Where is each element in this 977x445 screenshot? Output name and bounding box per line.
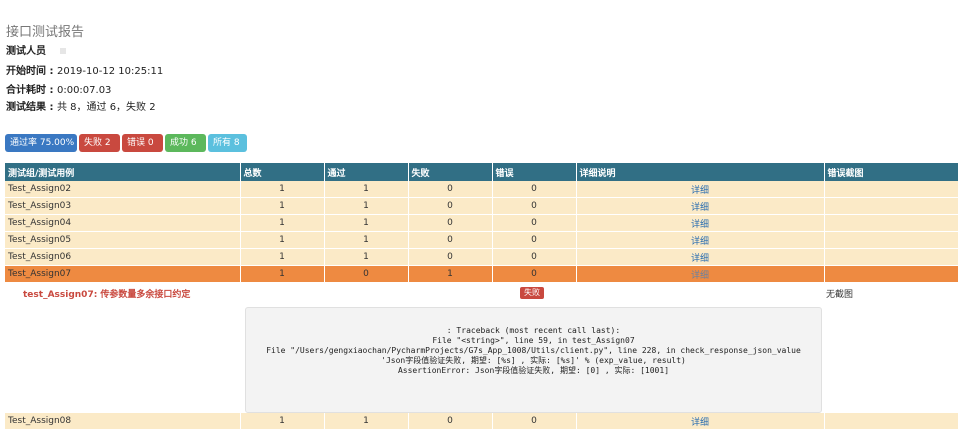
total-cell: 1 — [240, 214, 325, 232]
pass-cell: 1 — [324, 231, 409, 249]
failure-detail-cell: 失败 : Traceback (most recent call last): … — [240, 282, 824, 413]
case-name: Test_Assign08 — [5, 413, 241, 430]
error-filter-button[interactable]: 错误 0 — [122, 134, 163, 152]
case-name: Test_Assign02 — [5, 181, 241, 198]
traceback-line: File "/Users/gengxiaochan/PycharmProject… — [266, 346, 801, 355]
result-value: 共 8，通过 6，失败 2 — [56, 102, 156, 113]
report-title: 接口测试报告 — [6, 25, 85, 40]
screenshot-cell — [824, 248, 959, 266]
start-time-label: 开始时间 : — [6, 66, 57, 77]
total-cell: 1 — [240, 181, 325, 198]
detail-link[interactable]: 详细 — [576, 231, 825, 249]
results-table: 测试组/测试用例 总数 通过 失败 错误 详细说明 错误截图 Test_Assi… — [5, 163, 959, 430]
screenshot-cell — [824, 181, 959, 198]
total-cell: 1 — [240, 248, 325, 266]
detail-link[interactable]: 详细 — [576, 413, 825, 430]
start-time-row: 开始时间 : 2019-10-12 10:25:11 — [6, 62, 163, 77]
error-cell: 0 — [492, 248, 577, 266]
detail-link[interactable]: 详细 — [576, 214, 825, 232]
total-cell: 1 — [240, 265, 325, 283]
col-header-fail: 失败 — [408, 163, 493, 181]
traceback-line: AssertionError: Json字段值验证失败, 期望: [0] , 实… — [397, 366, 670, 375]
fail-cell: 0 — [408, 231, 493, 249]
duration-label: 合计耗时 : — [6, 85, 57, 96]
error-cell: 0 — [492, 265, 577, 283]
col-header-screenshot: 错误截图 — [824, 163, 959, 181]
table-row: Test_Assign03 1 1 0 0 详细 — [5, 197, 959, 215]
tester-row: 测试人员 — [6, 42, 46, 57]
total-cell: 1 — [240, 197, 325, 215]
table-row: Test_Assign05 1 1 0 0 详细 — [5, 231, 959, 249]
traceback-line: 'Json字段值验证失败, 期望: [%s] , 实际: [%s]' % (ex… — [381, 356, 686, 365]
pass-cell: 0 — [324, 265, 409, 283]
col-header-error: 错误 — [492, 163, 577, 181]
error-cell: 0 — [492, 181, 577, 198]
duration-row: 合计耗时 : 0:00:07.03 — [6, 81, 111, 96]
duration-value: 0:00:07.03 — [56, 85, 112, 96]
start-time-value: 2019-10-12 10:25:11 — [56, 66, 164, 77]
error-cell: 0 — [492, 413, 577, 430]
fail-filter-button[interactable]: 失败 2 — [79, 134, 120, 152]
table-row: Test_Assign08 1 1 0 0 详细 — [5, 413, 959, 430]
col-header-detail: 详细说明 — [576, 163, 825, 181]
pass-cell: 1 — [324, 248, 409, 266]
fail-cell: 1 — [408, 265, 493, 283]
traceback-line: File "<string>", line 59, in test_Assign… — [432, 336, 635, 345]
no-screenshot-text: 无截图 — [824, 282, 958, 413]
case-name: Test_Assign05 — [5, 231, 241, 249]
pass-cell: 1 — [324, 197, 409, 215]
filter-buttons: 通过率 75.00% 失败 2 错误 0 成功 6 所有 8 — [5, 134, 247, 152]
screenshot-cell — [824, 413, 959, 430]
fail-cell: 0 — [408, 248, 493, 266]
total-cell: 1 — [240, 413, 325, 430]
case-name: Test_Assign04 — [5, 214, 241, 232]
detail-link[interactable]: 详细 — [576, 265, 825, 283]
screenshot-cell — [824, 265, 959, 283]
pass-cell: 1 — [324, 413, 409, 430]
traceback-line: : Traceback (most recent call last): — [446, 326, 621, 335]
table-row: Test_Assign06 1 1 0 0 详细 — [5, 248, 959, 266]
pass-cell: 1 — [324, 214, 409, 232]
pass-cell: 1 — [324, 181, 409, 198]
traceback-box: : Traceback (most recent call last): Fil… — [245, 307, 822, 413]
fail-cell: 0 — [408, 214, 493, 232]
screenshot-cell — [824, 214, 959, 232]
table-header-row: 测试组/测试用例 总数 通过 失败 错误 详细说明 错误截图 — [5, 163, 959, 181]
table-row: Test_Assign04 1 1 0 0 详细 — [5, 214, 959, 232]
fail-cell: 0 — [408, 197, 493, 215]
decorative-mark — [60, 48, 66, 54]
case-name: Test_Assign03 — [5, 197, 241, 215]
error-cell: 0 — [492, 214, 577, 232]
total-cell: 1 — [240, 231, 325, 249]
col-header-pass: 通过 — [324, 163, 409, 181]
col-header-case: 测试组/测试用例 — [5, 163, 241, 181]
error-cell: 0 — [492, 197, 577, 215]
fail-status-badge[interactable]: 失败 — [520, 287, 544, 299]
table-row: Test_Assign02 1 1 0 0 详细 — [5, 181, 959, 198]
pass-rate-button[interactable]: 通过率 75.00% — [5, 134, 77, 152]
tester-label: 测试人员 — [6, 46, 46, 57]
detail-link[interactable]: 详细 — [576, 197, 825, 215]
detail-link[interactable]: 详细 — [576, 248, 825, 266]
failed-case-name: test_Assign07: 传参数量多余接口约定 — [5, 282, 240, 413]
table-row-failed: Test_Assign07 1 0 1 0 详细 — [5, 265, 959, 283]
all-filter-button[interactable]: 所有 8 — [208, 134, 247, 152]
error-cell: 0 — [492, 231, 577, 249]
result-label: 测试结果 : — [6, 102, 57, 113]
col-header-total: 总数 — [240, 163, 325, 181]
fail-cell: 0 — [408, 181, 493, 198]
screenshot-cell — [824, 197, 959, 215]
success-filter-button[interactable]: 成功 6 — [165, 134, 206, 152]
detail-link[interactable]: 详细 — [576, 181, 825, 198]
fail-cell: 0 — [408, 413, 493, 430]
case-name: Test_Assign06 — [5, 248, 241, 266]
result-row: 测试结果 : 共 8，通过 6，失败 2 — [6, 98, 156, 113]
failure-detail-row: test_Assign07: 传参数量多余接口约定 失败 : Traceback… — [5, 282, 958, 413]
case-name: Test_Assign07 — [5, 265, 241, 283]
screenshot-cell — [824, 231, 959, 249]
